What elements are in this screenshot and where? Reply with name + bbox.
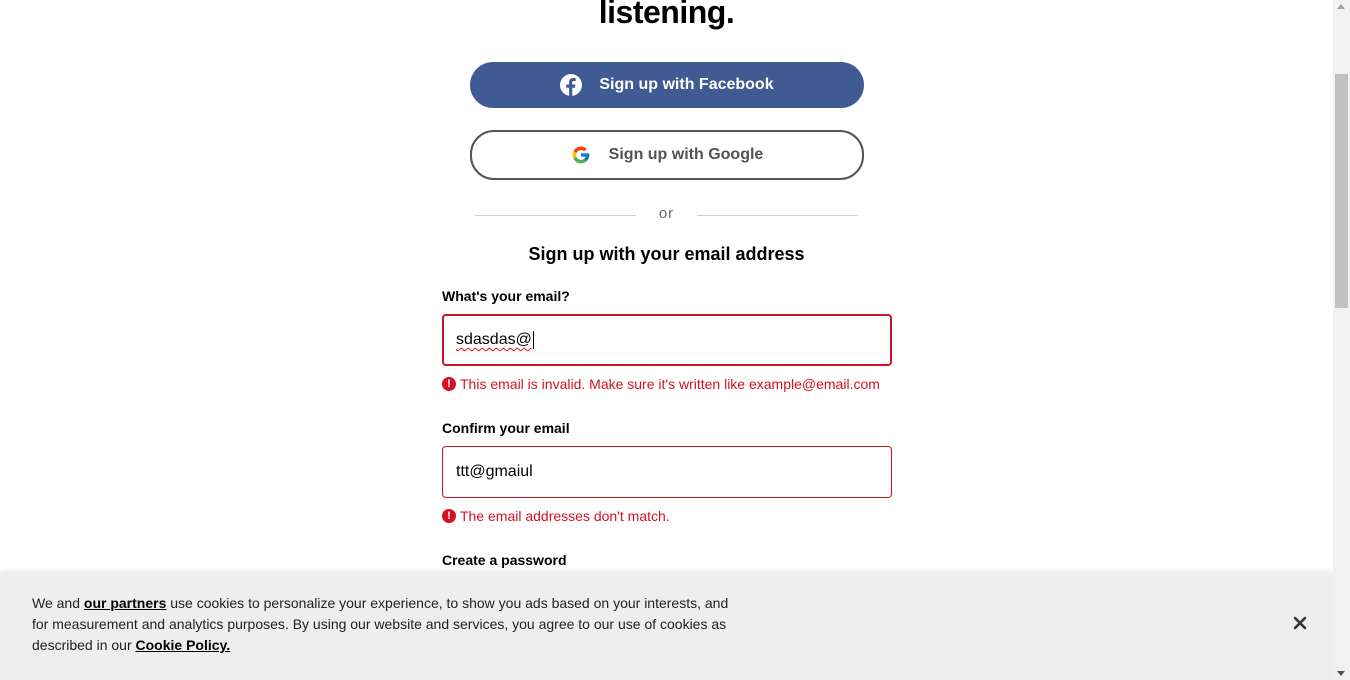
cookie-close-button[interactable] <box>1288 613 1312 637</box>
scrollbar-thumb[interactable] <box>1335 74 1348 308</box>
password-label: Create a password <box>442 552 567 568</box>
cookie-text-part: We and <box>32 595 84 611</box>
google-icon <box>571 145 591 165</box>
signup-page: listening. Sign up with Facebook Sign up… <box>0 0 1333 680</box>
email-field-value: sdasdas@ <box>456 331 532 348</box>
close-icon <box>1293 616 1307 635</box>
confirm-email-error-text: The email addresses don't match. <box>460 508 670 524</box>
facebook-icon <box>560 74 583 96</box>
confirm-email-field-value: ttt@gmaiul <box>456 463 533 480</box>
form-title: Sign up with your email address <box>528 244 805 264</box>
page-title: listening. <box>598 0 735 30</box>
google-signup-button[interactable]: Sign up with Google <box>470 130 864 180</box>
cookie-policy-link[interactable]: Cookie Policy. <box>136 637 231 653</box>
divider-text: or <box>658 205 675 222</box>
google-signup-label: Sign up with Google <box>608 146 764 163</box>
scroll-up-icon[interactable] <box>1337 4 1345 9</box>
facebook-signup-label: Sign up with Facebook <box>599 76 774 93</box>
scroll-down-icon[interactable] <box>1337 671 1345 676</box>
error-icon: ! <box>442 509 456 523</box>
error-icon: ! <box>442 377 456 391</box>
cookie-text: We and our partners use cookies to perso… <box>32 593 742 656</box>
email-label: What's your email? <box>442 288 570 304</box>
confirm-email-error: ! The email addresses don't match. <box>442 508 670 524</box>
our-partners-link[interactable]: our partners <box>84 595 166 611</box>
or-divider: or <box>475 205 858 225</box>
confirm-email-field[interactable]: ttt@gmaiul <box>442 446 892 498</box>
divider-line <box>697 215 858 216</box>
email-error-text: This email is invalid. Make sure it's wr… <box>460 376 880 392</box>
email-error: ! This email is invalid. Make sure it's … <box>442 376 880 392</box>
facebook-signup-button[interactable]: Sign up with Facebook <box>470 62 864 108</box>
vertical-scrollbar[interactable] <box>1333 0 1350 680</box>
confirm-email-label: Confirm your email <box>442 420 570 436</box>
cookie-banner: We and our partners use cookies to perso… <box>0 572 1333 680</box>
email-field[interactable]: sdasdas@ <box>442 314 892 366</box>
text-caret <box>532 331 534 349</box>
